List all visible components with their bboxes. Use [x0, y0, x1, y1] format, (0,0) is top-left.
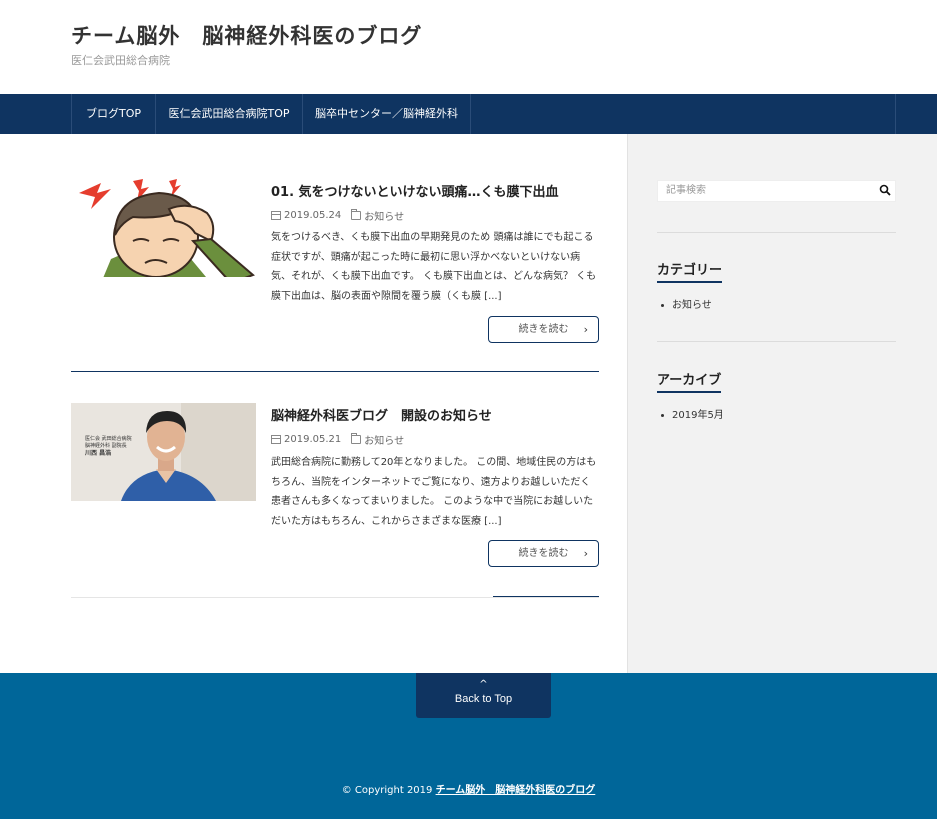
back-to-top-label: Back to Top: [454, 693, 513, 705]
site-header: チーム脳外 脳神経外科医のブログ 医仁会武田総合病院: [0, 0, 937, 94]
post-excerpt: 気をつけるべき、くも膜下出血の早期発見のため 頭痛は誰にでも起こる症状ですが、頭…: [271, 232, 597, 302]
post-thumbnail-headache[interactable]: [71, 179, 256, 277]
main-nav: ブログTOP 医仁会武田総合病院TOP 脳卒中センター／脳神経外科: [0, 94, 937, 134]
copyright-link[interactable]: チーム脳外 脳神経外科医のブログ: [436, 785, 596, 796]
archives-title: アーカイブ: [657, 369, 722, 393]
bullet-icon: [661, 413, 664, 417]
chevron-up-icon: ^: [479, 679, 488, 690]
sidebar-divider: [657, 341, 896, 342]
folder-icon: [351, 209, 362, 220]
archive-item[interactable]: 2019年5月: [661, 406, 724, 421]
read-more-button[interactable]: 続きを読む ›: [488, 316, 599, 343]
chevron-right-icon: ›: [583, 547, 588, 560]
nav-divider: [470, 94, 471, 134]
pagination-accent: [493, 596, 599, 597]
post-meta: 2019.05.24 お知らせ: [271, 208, 404, 223]
nav-item-stroke-center[interactable]: 脳卒中センター／脳神経外科: [302, 94, 470, 134]
nav-divider: [895, 94, 896, 134]
bullet-icon: [661, 303, 664, 307]
sidebar: [627, 134, 937, 673]
back-to-top-button[interactable]: ^ Back to Top: [416, 673, 551, 718]
post-thumbnail-doctor[interactable]: 医仁会 武田総合病院 脳神経外科 副院長 川西 昌浩: [71, 403, 256, 501]
copyright: © Copyright 2019 チーム脳外 脳神経外科医のブログ: [341, 785, 596, 796]
pagination-divider: [71, 597, 599, 598]
site-title[interactable]: チーム脳外 脳神経外科医のブログ: [71, 20, 422, 50]
sidebar-divider: [657, 232, 896, 233]
post-date: 2019.05.21: [284, 434, 342, 445]
post-divider: [71, 371, 599, 372]
post-title[interactable]: 01. 気をつけないといけない頭痛…くも膜下出血: [271, 181, 559, 200]
read-more-label: 続きを読む: [518, 324, 569, 335]
categories-title: カテゴリー: [657, 259, 723, 283]
search-icon[interactable]: [879, 184, 891, 196]
category-item[interactable]: お知らせ: [661, 296, 712, 311]
folder-icon: [351, 433, 362, 444]
read-more-label: 続きを読む: [518, 548, 569, 559]
site-description: 医仁会武田総合病院: [71, 54, 170, 67]
thumb-caption: 医仁会 武田総合病院 脳神経外科 副院長 川西 昌浩: [85, 436, 132, 457]
calendar-icon: [271, 211, 281, 220]
post-excerpt: 武田総合病院に勤務して20年となりました。 この間、地域住民の方はもちろん、当院…: [271, 457, 597, 527]
post-date: 2019.05.24: [284, 210, 342, 221]
site-footer: ^ Back to Top © Copyright 2019 チーム脳外 脳神経…: [0, 673, 937, 819]
post-title[interactable]: 脳神経外科医ブログ 開設のお知らせ: [271, 405, 492, 424]
calendar-icon: [271, 435, 281, 444]
chevron-right-icon: ›: [583, 323, 588, 336]
headache-illustration-icon: [71, 179, 256, 277]
post-category[interactable]: お知らせ: [364, 432, 404, 447]
read-more-button[interactable]: 続きを読む ›: [488, 540, 599, 567]
post-meta: 2019.05.21 お知らせ: [271, 432, 404, 447]
post-category[interactable]: お知らせ: [364, 208, 404, 223]
search-input[interactable]: 記事検索: [657, 180, 896, 202]
nav-item-blog-top[interactable]: ブログTOP: [71, 94, 155, 134]
nav-item-hospital-top[interactable]: 医仁会武田総合病院TOP: [155, 94, 302, 134]
